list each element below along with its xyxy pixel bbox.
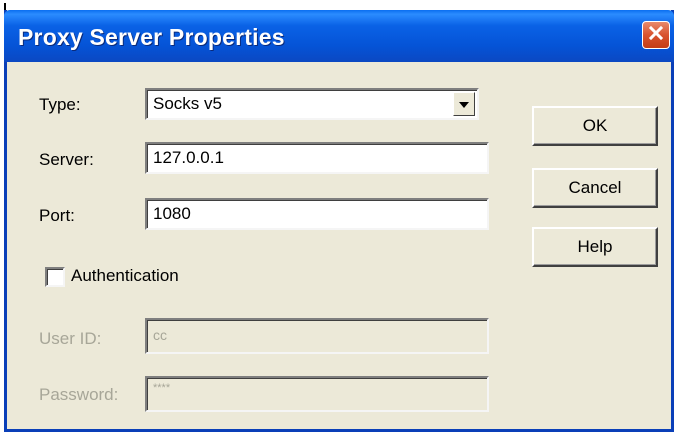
help-button[interactable]: Help xyxy=(532,227,658,267)
userid-input[interactable]: cc xyxy=(145,318,489,354)
cancel-button[interactable]: Cancel xyxy=(532,168,658,208)
proxy-server-properties-dialog: Proxy Server Properties Type: Socks v5 S… xyxy=(4,10,674,432)
authentication-label[interactable]: Authentication xyxy=(71,266,179,286)
dropdown-arrow-button[interactable] xyxy=(453,92,475,116)
chevron-down-icon xyxy=(458,94,470,114)
ok-button[interactable]: OK xyxy=(532,106,658,146)
userid-label: User ID: xyxy=(39,329,102,348)
title-bar[interactable]: Proxy Server Properties xyxy=(4,10,674,62)
authentication-checkbox[interactable] xyxy=(45,267,65,287)
port-input[interactable]: 1080 xyxy=(145,198,489,230)
password-input[interactable]: **** xyxy=(145,376,489,412)
type-select-value: Socks v5 xyxy=(153,94,222,113)
type-label: Type: xyxy=(39,95,81,114)
close-button[interactable] xyxy=(642,21,670,49)
dialog-body: Type: Socks v5 Server: 127.0.0.1 Port: 1… xyxy=(7,62,671,429)
port-label: Port: xyxy=(39,206,75,225)
window-title: Proxy Server Properties xyxy=(18,24,285,50)
close-icon xyxy=(648,25,664,46)
server-input[interactable]: 127.0.0.1 xyxy=(145,142,489,174)
server-label: Server: xyxy=(39,150,94,169)
password-label: Password: xyxy=(39,385,119,404)
type-select[interactable]: Socks v5 xyxy=(145,88,479,120)
